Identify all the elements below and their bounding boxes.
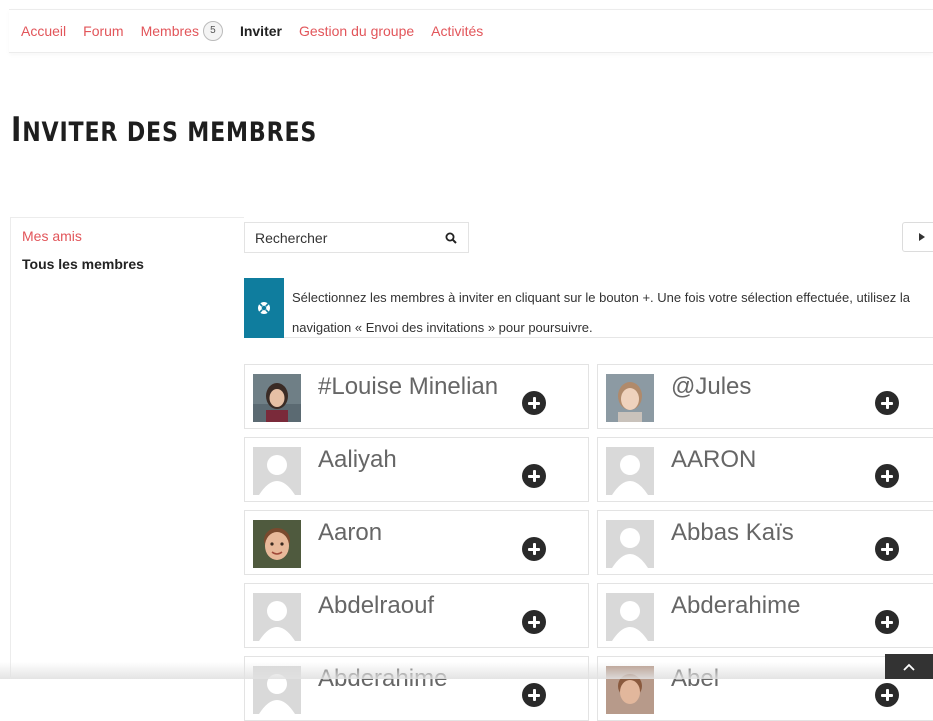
member-name: Abderahime xyxy=(671,592,801,619)
member-card: Abel xyxy=(597,656,933,721)
search-input[interactable] xyxy=(245,223,434,252)
sidebar-item-tous-les-membres[interactable]: Tous les membres xyxy=(11,255,244,273)
search-icon[interactable] xyxy=(434,223,468,252)
info-notice: Sélectionnez les membres à inviter en cl… xyxy=(244,278,933,338)
nav-accueil[interactable]: Accueil xyxy=(21,23,66,39)
avatar xyxy=(606,593,654,641)
member-name: Aaron xyxy=(318,519,383,546)
page-title: Inviter des membres xyxy=(11,110,317,150)
sidebar-item-mes-amis[interactable]: Mes amis xyxy=(11,218,244,255)
add-member-button[interactable] xyxy=(522,610,546,634)
avatar xyxy=(606,666,654,714)
add-member-button[interactable] xyxy=(875,610,899,634)
nav-activites[interactable]: Activités xyxy=(431,23,483,39)
nav-forum[interactable]: Forum xyxy=(83,23,123,39)
add-member-button[interactable] xyxy=(875,683,899,707)
invite-sidebar: Mes amis Tous les membres xyxy=(10,217,244,677)
nav-gestion-groupe[interactable]: Gestion du groupe xyxy=(299,23,414,39)
chevron-up-icon[interactable] xyxy=(885,654,933,679)
member-card: #Louise Minelian xyxy=(244,364,589,429)
member-card: @Jules xyxy=(597,364,933,429)
avatar xyxy=(606,374,654,422)
add-member-button[interactable] xyxy=(522,464,546,488)
support-icon xyxy=(244,278,284,338)
add-member-button[interactable] xyxy=(522,683,546,707)
notice-text: Sélectionnez les membres à inviter en cl… xyxy=(292,290,910,335)
avatar xyxy=(253,520,301,568)
page-title-initial: I xyxy=(11,110,23,150)
avatar xyxy=(253,593,301,641)
member-name: Abel xyxy=(671,665,720,692)
nav-membres-label: Membres xyxy=(140,23,199,39)
avatar xyxy=(253,447,301,495)
member-search xyxy=(244,222,469,253)
member-name: #Louise Minelian xyxy=(318,373,499,400)
avatar xyxy=(253,666,301,714)
group-nav: Accueil Forum Membres 5 Inviter Gestion … xyxy=(9,9,933,53)
page-title-rest: nviter des membres xyxy=(22,117,318,148)
nav-inviter[interactable]: Inviter xyxy=(240,23,282,39)
member-name: AARON xyxy=(671,446,757,473)
add-member-button[interactable] xyxy=(875,537,899,561)
add-member-button[interactable] xyxy=(875,464,899,488)
nav-membres[interactable]: Membres 5 xyxy=(141,21,223,41)
member-card: Abderahime xyxy=(597,583,933,648)
member-name: Abdelraouf xyxy=(318,592,435,619)
member-card: AARON xyxy=(597,437,933,502)
member-card: Abderahime xyxy=(244,656,589,721)
member-name: Abderahime xyxy=(318,665,448,692)
add-member-button[interactable] xyxy=(875,391,899,415)
avatar xyxy=(253,374,301,422)
member-name: Aaliyah xyxy=(318,446,397,473)
member-card: Aaliyah xyxy=(244,437,589,502)
avatar xyxy=(606,447,654,495)
member-card: Abdelraouf xyxy=(244,583,589,648)
caret-right-icon[interactable] xyxy=(902,222,933,252)
members-count-badge: 5 xyxy=(202,21,223,41)
member-card: Aaron xyxy=(244,510,589,575)
add-member-button[interactable] xyxy=(522,391,546,415)
member-card: Abbas Kaïs xyxy=(597,510,933,575)
member-name: Abbas Kaïs xyxy=(671,519,794,546)
member-name: @Jules xyxy=(671,373,752,400)
avatar xyxy=(606,520,654,568)
add-member-button[interactable] xyxy=(522,537,546,561)
